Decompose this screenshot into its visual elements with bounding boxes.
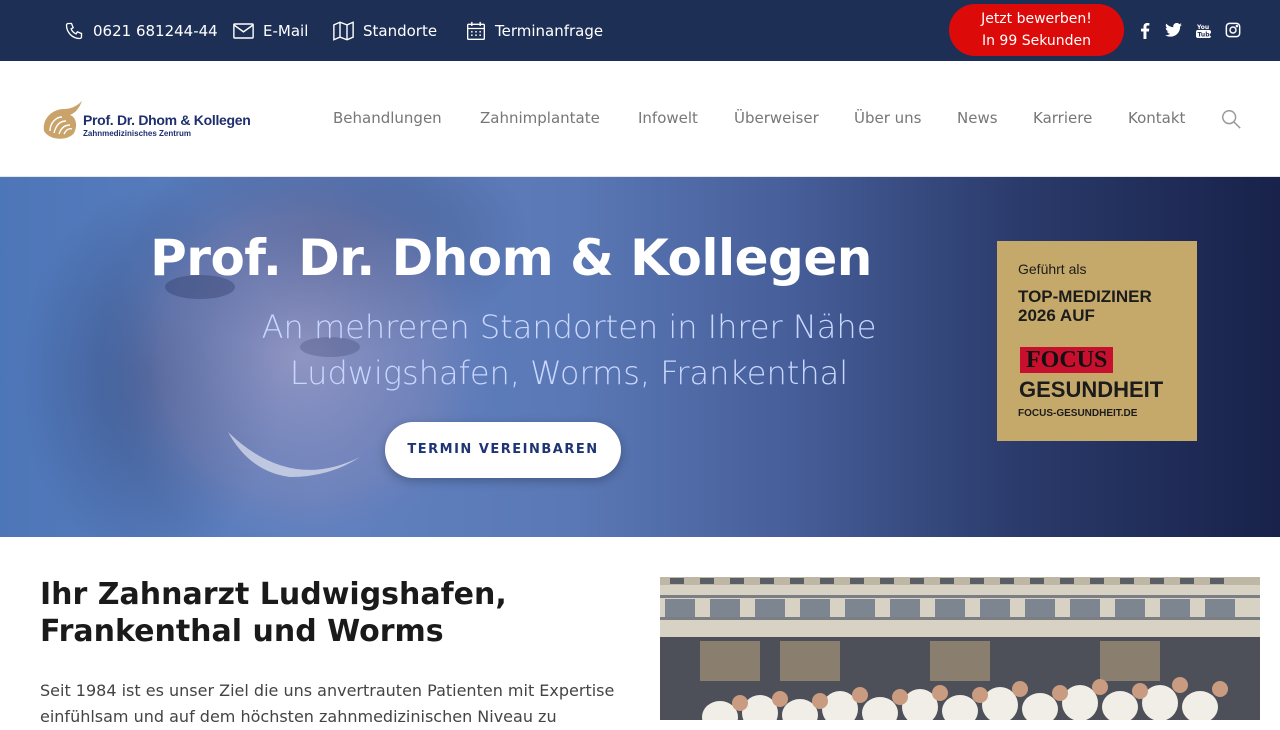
email-link[interactable]: E-Mail — [233, 0, 308, 61]
hero-title: Prof. Dr. Dhom & Kollegen — [150, 229, 872, 287]
twitter-icon[interactable] — [1163, 20, 1183, 40]
nav-kontakt[interactable]: Kontakt — [1128, 109, 1185, 127]
nav-infowelt[interactable]: Infowelt — [638, 109, 698, 127]
mail-icon — [233, 22, 254, 39]
calendar-icon — [467, 21, 485, 40]
email-label: E-Mail — [263, 21, 309, 40]
nav-zahnimplantate[interactable]: Zahnimplantate — [480, 109, 600, 127]
appointment-label: Terminanfrage — [495, 21, 604, 40]
svg-text:Tube: Tube — [1197, 31, 1211, 38]
hero-banner: Prof. Dr. Dhom & Kollegen An mehreren St… — [0, 177, 1280, 537]
logo-name: Prof. Dr. Dhom & Kollegen — [83, 112, 251, 128]
logo[interactable]: Prof. Dr. Dhom & Kollegen Zahnmedizinisc… — [40, 99, 251, 143]
badge-gesundheit: GESUNDHEIT — [1019, 377, 1164, 402]
nav-ueber-uns[interactable]: Über uns — [854, 109, 922, 127]
phone-icon — [65, 22, 83, 39]
nav-behandlungen[interactable]: Behandlungen — [333, 109, 442, 127]
apply-line-2: In 99 Sekunden — [981, 33, 1091, 49]
appointment-link[interactable]: Terminanfrage — [466, 0, 603, 61]
svg-text:You: You — [1196, 24, 1209, 31]
main-header: Prof. Dr. Dhom & Kollegen Zahnmedizinisc… — [0, 61, 1280, 177]
logo-shell-icon — [43, 101, 82, 139]
hero-subtitle-line-1: An mehreren Standorten in Ihrer Nähe — [261, 308, 877, 346]
logo-subtitle: Zahnmedizinisches Zentrum — [83, 129, 192, 138]
phone-number: 0621 681244-44 — [93, 21, 218, 40]
hero-subtitle-line-2: Ludwigshafen, Worms, Frankenthal — [289, 354, 849, 392]
facebook-icon[interactable] — [1135, 20, 1155, 40]
nav-karriere[interactable]: Karriere — [1033, 109, 1092, 127]
badge-url: FOCUS-GESUNDHEIT.DE — [1018, 408, 1138, 419]
intro-heading: Ihr Zahnarzt Ludwigshafen, Frankenthal u… — [40, 577, 507, 649]
apply-button[interactable]: Jetzt bewerben! In 99 Sekunden — [949, 4, 1124, 56]
youtube-icon[interactable]: YouTube — [1193, 20, 1213, 40]
intro-text: Seit 1984 ist es unser Ziel die uns anve… — [40, 681, 615, 726]
locations-link[interactable]: Standorte — [333, 0, 437, 61]
top-bar: 0621 681244-44 E-Mail Standorte Terminan… — [0, 0, 1280, 61]
apply-line-1: Jetzt bewerben! — [981, 11, 1092, 27]
nav-ueberweiser[interactable]: Überweiser — [734, 109, 819, 127]
phone-link[interactable]: 0621 681244-44 — [64, 0, 218, 61]
focus-award-badge[interactable]: Geführt als TOP-MEDIZINER 2026 AUF FOCUS… — [997, 241, 1197, 441]
badge-headline: TOP-MEDIZINER 2026 AUF — [1018, 287, 1152, 325]
badge-intro: Geführt als — [1018, 261, 1087, 277]
map-icon — [333, 20, 354, 41]
instagram-icon[interactable] — [1223, 20, 1243, 40]
focus-logo: FOCUS — [1020, 347, 1114, 373]
locations-label: Standorte — [363, 21, 438, 40]
book-appointment-button[interactable]: TERMIN VEREINBAREN — [385, 422, 621, 478]
nav-news[interactable]: News — [957, 109, 998, 127]
search-icon[interactable] — [1220, 108, 1242, 130]
team-photo — [660, 577, 1260, 720]
